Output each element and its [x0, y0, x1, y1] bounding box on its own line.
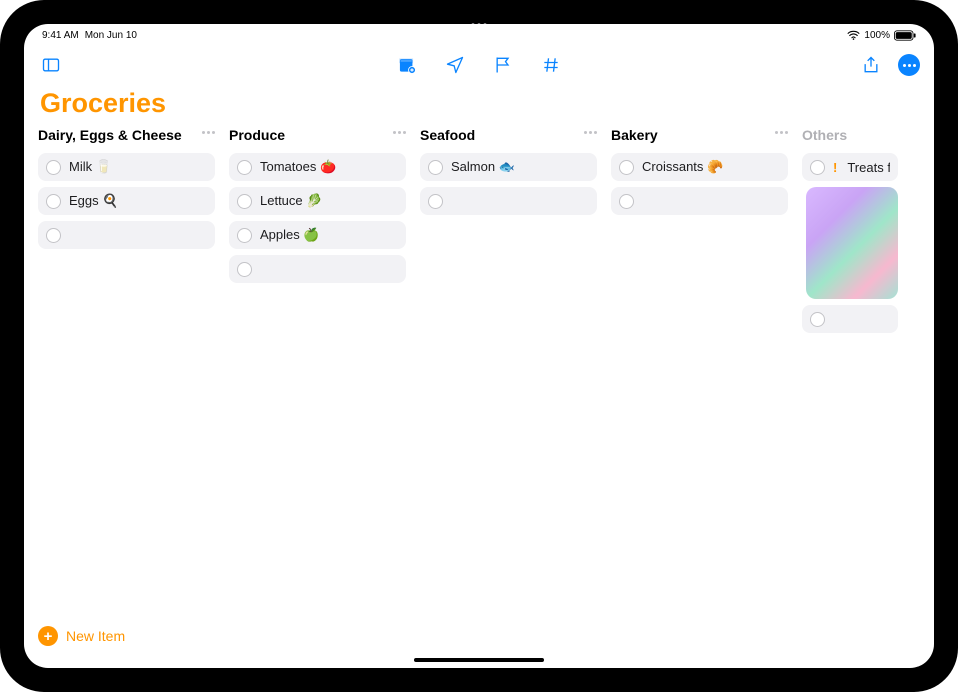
reminder-item[interactable]: Eggs 🍳	[38, 187, 215, 215]
reminder-text: Milk 🥛	[69, 159, 112, 175]
complete-radio[interactable]	[237, 228, 252, 243]
battery-icon	[894, 30, 916, 41]
status-date: Mon Jun 10	[85, 30, 137, 41]
new-reminder-row[interactable]	[611, 187, 788, 215]
sidebar-toggle-button[interactable]	[38, 52, 64, 78]
list-title: Groceries	[40, 88, 920, 119]
complete-radio[interactable]	[810, 160, 825, 175]
complete-radio[interactable]	[46, 160, 61, 175]
column-title: Produce	[229, 127, 285, 145]
new-reminder-row[interactable]	[420, 187, 597, 215]
column-items: Tomatoes 🍅 Lettuce 🥬 Apples 🍏	[229, 153, 406, 283]
column-header: Dairy, Eggs & Cheese	[38, 127, 215, 147]
column-header: Produce	[229, 127, 406, 147]
complete-radio[interactable]	[428, 160, 443, 175]
complete-radio[interactable]	[237, 194, 252, 209]
reminder-text: Tomatoes 🍅	[260, 159, 336, 175]
reminder-item[interactable]: Salmon 🐟	[420, 153, 597, 181]
reminder-image-attachment[interactable]	[806, 187, 898, 299]
column: Seafood Salmon 🐟	[420, 127, 597, 660]
status-time: 9:41 AM	[42, 30, 79, 41]
column-items: Salmon 🐟	[420, 153, 597, 215]
complete-radio[interactable]	[46, 194, 61, 209]
complete-radio[interactable]	[619, 160, 634, 175]
reminder-text: Salmon 🐟	[451, 159, 515, 175]
column: Bakery Croissants 🥐	[611, 127, 788, 660]
column: Others! Treats for t	[802, 127, 898, 660]
reminder-item[interactable]: Tomatoes 🍅	[229, 153, 406, 181]
toolbar	[24, 44, 934, 86]
new-reminder-row[interactable]	[229, 255, 406, 283]
column-header: Others	[802, 127, 898, 147]
column: Dairy, Eggs & Cheese Milk 🥛 Eggs 🍳	[38, 127, 215, 660]
reminder-item[interactable]: Apples 🍏	[229, 221, 406, 249]
column-items: ! Treats for t	[802, 153, 898, 333]
complete-radio[interactable]	[428, 194, 443, 209]
new-reminder-row[interactable]	[38, 221, 215, 249]
column-title: Seafood	[420, 127, 475, 145]
flag-button[interactable]	[490, 52, 516, 78]
content-area: Groceries Dairy, Eggs & Cheese Milk 🥛 Eggs…	[24, 86, 934, 668]
tag-button[interactable]	[538, 52, 564, 78]
board[interactable]: Dairy, Eggs & Cheese Milk 🥛 Eggs 🍳 Produce T…	[38, 127, 920, 660]
calendar-add-button[interactable]	[394, 52, 420, 78]
column-more-button[interactable]	[393, 127, 406, 134]
location-button[interactable]	[442, 52, 468, 78]
plus-icon: +	[38, 626, 58, 646]
new-item-label: New Item	[66, 628, 125, 644]
reminder-text: Treats for t	[847, 160, 890, 175]
complete-radio[interactable]	[810, 312, 825, 327]
complete-radio[interactable]	[619, 194, 634, 209]
column-header: Bakery	[611, 127, 788, 147]
status-battery-text: 100%	[864, 30, 890, 41]
screen: 9:41 AM Mon Jun 10 100%	[24, 24, 934, 668]
priority-badge: !	[833, 160, 837, 175]
new-reminder-row[interactable]	[802, 305, 898, 333]
reminder-text: Eggs 🍳	[69, 193, 118, 209]
reminder-item[interactable]: Croissants 🥐	[611, 153, 788, 181]
reminder-item[interactable]: ! Treats for t	[802, 153, 898, 181]
reminder-text: Lettuce 🥬	[260, 193, 322, 209]
new-item-button[interactable]: + New Item	[38, 626, 125, 646]
column-more-button[interactable]	[202, 127, 215, 134]
home-indicator[interactable]	[414, 658, 544, 662]
column-title: Others	[802, 127, 847, 145]
column-title: Dairy, Eggs & Cheese	[38, 127, 182, 145]
wifi-icon	[847, 30, 860, 40]
complete-radio[interactable]	[46, 228, 61, 243]
reminder-text: Apples 🍏	[260, 227, 320, 243]
complete-radio[interactable]	[237, 160, 252, 175]
reminder-text: Croissants 🥐	[642, 159, 723, 175]
column-more-button[interactable]	[584, 127, 597, 134]
column-more-button[interactable]	[775, 127, 788, 134]
reminder-item[interactable]: Lettuce 🥬	[229, 187, 406, 215]
reminder-item[interactable]: Milk 🥛	[38, 153, 215, 181]
more-button[interactable]	[898, 54, 920, 76]
column: Produce Tomatoes 🍅 Lettuce 🥬 Apples 🍏	[229, 127, 406, 660]
column-items: Croissants 🥐	[611, 153, 788, 215]
column-title: Bakery	[611, 127, 658, 145]
column-items: Milk 🥛 Eggs 🍳	[38, 153, 215, 249]
ipad-frame: 9:41 AM Mon Jun 10 100%	[0, 0, 958, 692]
column-header: Seafood	[420, 127, 597, 147]
share-button[interactable]	[858, 52, 884, 78]
complete-radio[interactable]	[237, 262, 252, 277]
status-bar: 9:41 AM Mon Jun 10 100%	[24, 24, 934, 44]
